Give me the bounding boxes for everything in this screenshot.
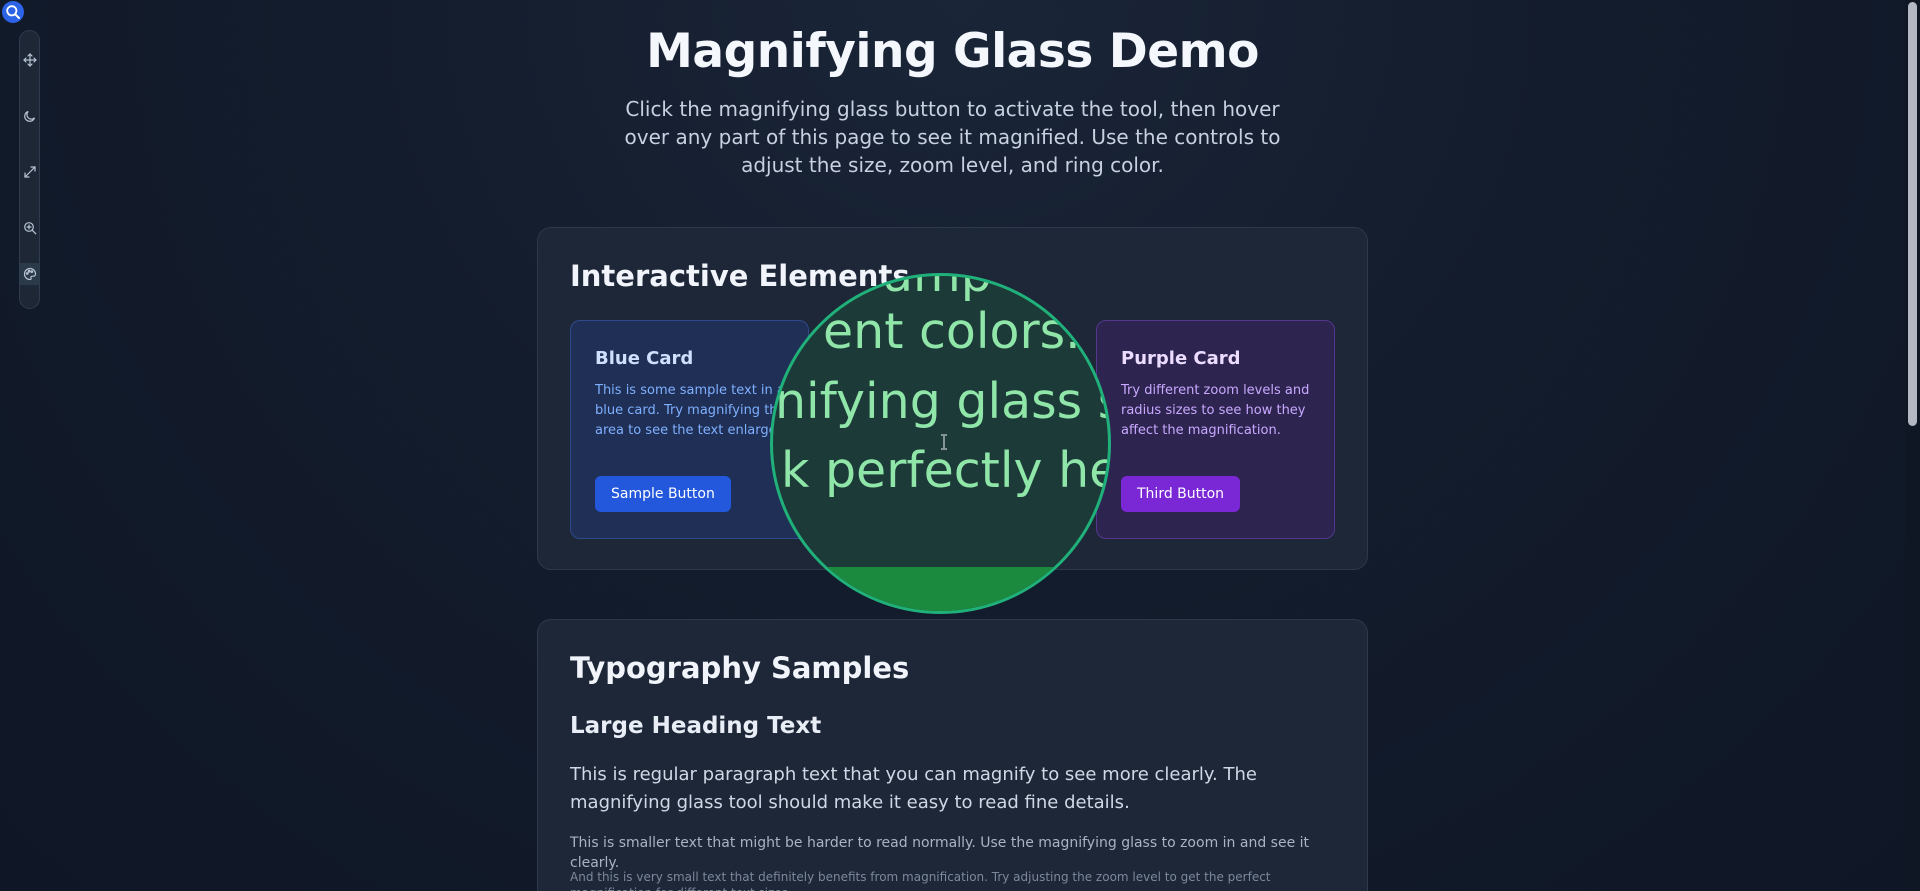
scrollbar[interactable]	[1905, 0, 1920, 891]
ring-color-button[interactable]	[20, 263, 39, 285]
small-paragraph: This is smaller text that might be harde…	[570, 835, 1310, 871]
magnified-text: amp	[883, 273, 992, 303]
page-title: Magnifying Glass Demo	[646, 24, 1259, 79]
search-icon	[6, 5, 20, 19]
moon-icon	[23, 110, 35, 122]
sample-button[interactable]: Sample Button	[595, 476, 731, 512]
zoom-in-icon	[23, 222, 36, 235]
card-text: Try different zoom levels and radius siz…	[1121, 383, 1310, 438]
third-button[interactable]: Third Button	[1121, 476, 1241, 512]
palette-icon	[23, 267, 36, 281]
magnified-button-area	[773, 567, 1108, 611]
scrollbar-thumb[interactable]	[1908, 2, 1917, 426]
section-title: Interactive Elements	[570, 259, 910, 293]
magnified-text: k perfectly her	[781, 442, 1111, 499]
magnified-text: nifying glass s	[775, 373, 1111, 430]
magnifier-toggle-button[interactable]	[2, 1, 24, 23]
section-title: Typography Samples	[570, 651, 910, 685]
regular-paragraph: This is regular paragraph text that you …	[570, 764, 1257, 813]
card-text: This is some sample text in a blue card.…	[595, 383, 790, 438]
size-button[interactable]	[20, 161, 39, 183]
tiny-paragraph: And this is very small text that definit…	[570, 870, 1271, 891]
large-heading: Large Heading Text	[570, 713, 822, 739]
theme-toggle-button[interactable]	[20, 105, 39, 127]
magnified-text: ent colors. T	[823, 303, 1111, 360]
zoom-button[interactable]	[20, 217, 39, 239]
typography-section: Typography Samples Large Heading Text Th…	[537, 619, 1368, 891]
card-title: Blue Card	[595, 348, 694, 369]
page-description: Click the magnifying glass button to act…	[624, 97, 1281, 177]
purple-card: Purple Card Try different zoom levels an…	[1096, 320, 1335, 539]
expand-icon	[23, 166, 36, 178]
card-title: Purple Card	[1121, 348, 1241, 369]
text-cursor-icon	[941, 434, 947, 450]
